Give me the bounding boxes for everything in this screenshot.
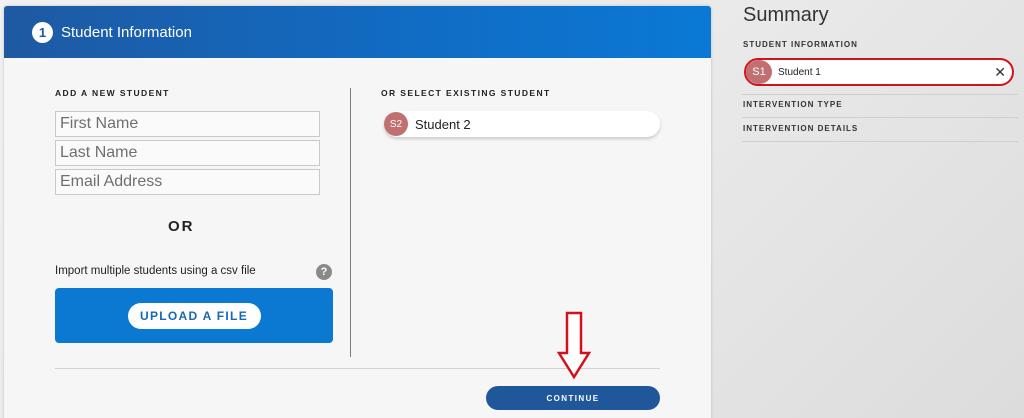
selected-student-name: Student 1: [778, 66, 821, 78]
summary-intervention-type-label: INTERVENTION TYPE: [743, 100, 843, 109]
summary-student-information-label: STUDENT INFORMATION: [743, 40, 858, 49]
selected-student-chip: S1 Student 1 ✕: [744, 58, 1014, 86]
student-information-card: 1 Student Information ADD A NEW STUDENT …: [4, 6, 711, 418]
card-title: Student Information: [61, 23, 192, 41]
last-name-input[interactable]: [55, 140, 320, 166]
summary-divider: [742, 141, 1018, 142]
or-separator: OR: [168, 218, 195, 235]
step-number-badge: 1: [32, 21, 53, 43]
summary-divider: [742, 117, 1018, 118]
avatar: S2: [384, 112, 408, 136]
student-name: Student 2: [415, 116, 471, 132]
vertical-divider: [350, 88, 351, 357]
first-name-input[interactable]: [55, 111, 320, 137]
help-icon[interactable]: ?: [316, 264, 332, 280]
email-address-input[interactable]: [55, 169, 320, 195]
upload-panel: UPLOAD A FILE: [55, 288, 333, 343]
summary-title: Summary: [743, 4, 829, 26]
add-new-student-heading: ADD A NEW STUDENT: [55, 88, 170, 98]
avatar: S1: [746, 60, 772, 84]
existing-student-item[interactable]: S2 Student 2: [384, 111, 660, 137]
close-icon[interactable]: ✕: [994, 64, 1006, 81]
continue-button[interactable]: CONTINUE: [486, 386, 660, 410]
upload-file-button[interactable]: UPLOAD A FILE: [127, 302, 261, 329]
down-arrow-icon: [556, 311, 592, 380]
import-csv-label: Import multiple students using a csv fil…: [55, 265, 256, 277]
summary-intervention-details-label: INTERVENTION DETAILS: [743, 124, 859, 133]
summary-panel: Summary STUDENT INFORMATION S1 Student 1…: [742, 0, 1018, 418]
card-header: 1 Student Information: [4, 6, 711, 58]
select-existing-student-heading: OR SELECT EXISTING STUDENT: [381, 88, 551, 98]
summary-divider: [742, 94, 1018, 95]
